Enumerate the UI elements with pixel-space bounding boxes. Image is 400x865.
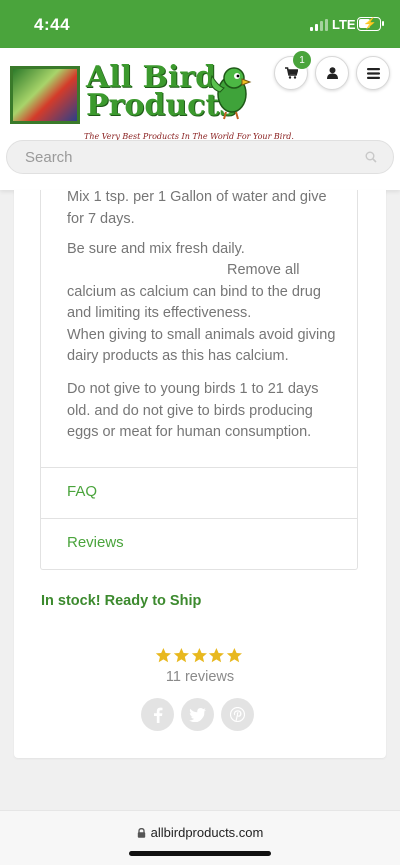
star-rating[interactable] [155,647,243,665]
facebook-icon [153,707,162,723]
browser-url-bar[interactable]: allbirdproducts.com [0,810,400,865]
description-panel: Mix 1 tsp. per 1 Gallon of water and giv… [40,189,358,468]
description-paragraph: Do not give to young birds 1 to 21 days … [67,381,319,440]
charging-bolt-icon: ⚡ [363,18,377,30]
star-icon [155,647,171,663]
stock-status: In stock! Ready to Ship [41,593,202,609]
menu-button[interactable] [356,56,390,90]
star-icon [191,647,207,663]
description-paragraph: Be sure and mix fresh daily. [67,241,245,257]
accordion-reviews[interactable]: Reviews [40,519,358,570]
description-line: When giving to small animals avoid givin… [67,326,336,365]
account-button[interactable] [315,56,349,90]
accordion-label: Reviews [67,534,124,551]
reviews-count[interactable]: 11 reviews [14,669,386,685]
logo-parrot-photo [10,66,80,124]
product-details-card: Mix 1 tsp. per 1 Gallon of water and giv… [14,189,386,758]
site-logo[interactable]: All Bird Products The Very Best Products… [6,62,294,141]
description-line: calcium as calcium can bind to the drug … [67,283,321,322]
cart-icon [284,67,298,79]
cart-count-badge: 1 [293,51,311,69]
star-icon [173,647,189,663]
pinterest-icon [230,707,245,722]
description-line: Remove all [227,262,300,278]
search-icon[interactable] [365,151,377,163]
twitter-icon [189,707,206,722]
star-icon [227,647,243,663]
star-icon [209,647,225,663]
browser-url[interactable]: allbirdproducts.com [0,825,400,840]
accordion-faq[interactable]: FAQ [40,468,358,519]
status-time: 4:44 [34,15,71,34]
twitter-share-button[interactable] [181,698,214,731]
description-paragraph: Mix 1 tsp. per 1 Gallon of water and giv… [67,189,327,227]
lock-icon [137,828,145,838]
facebook-share-button[interactable] [141,698,174,731]
pinterest-share-button[interactable] [221,698,254,731]
accordion-label: FAQ [67,483,98,500]
battery-icon: ⚡ [357,17,384,31]
hamburger-menu-icon [366,67,380,79]
site-header: All Bird Products The Very Best Products… [0,48,400,190]
url-text: allbirdproducts.com [150,825,264,840]
status-bar: 4:44 LTE ⚡ [0,0,400,48]
logo-bird-mascot-icon [210,67,252,120]
description-paragraph: Remove all calcium as calcium can bind t… [67,260,339,368]
signal-icon [310,19,328,31]
search-input[interactable]: Search [6,140,394,174]
search-placeholder: Search [25,149,73,166]
network-type: LTE [332,17,356,32]
user-icon [326,67,338,79]
home-indicator[interactable] [129,851,271,856]
